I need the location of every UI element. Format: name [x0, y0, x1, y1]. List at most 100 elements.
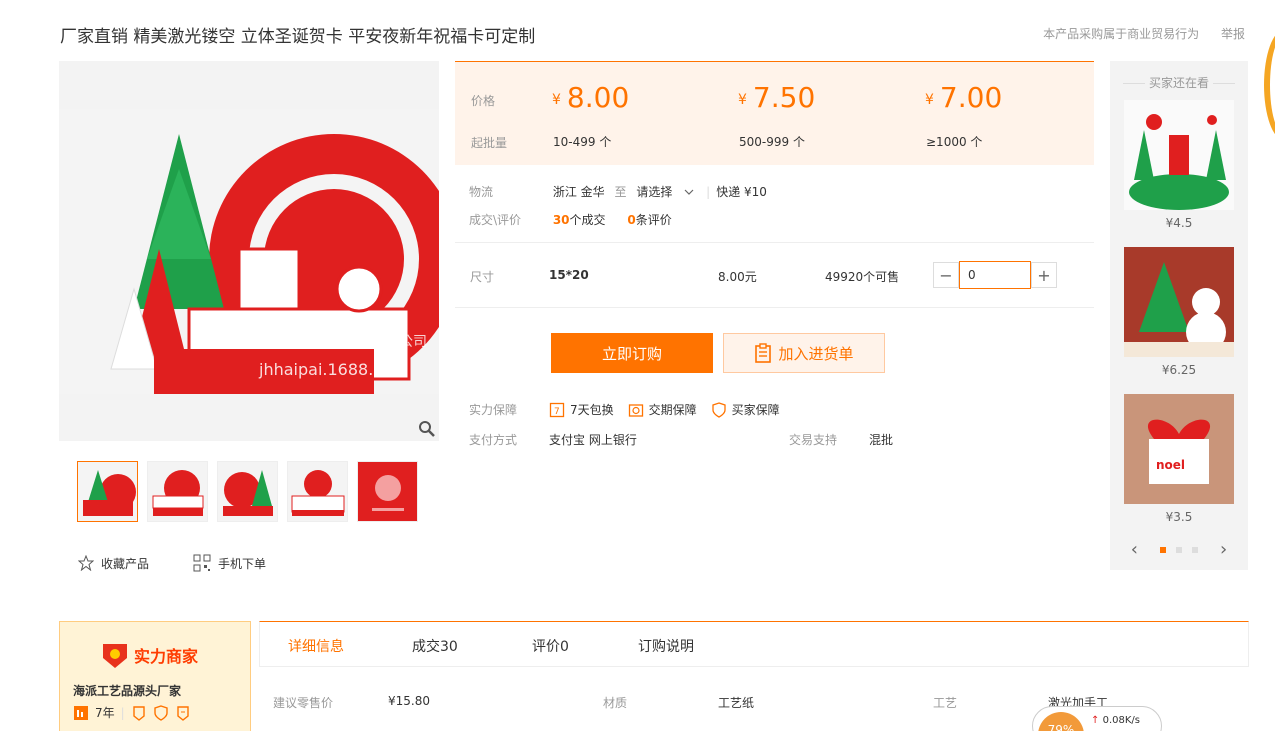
watermark-text: 金华市海派工艺品有限公司 — [259, 333, 427, 350]
guarantee-buyer[interactable]: 买家保障 — [711, 401, 780, 418]
thumbnail-4[interactable] — [287, 461, 348, 522]
product-gallery: 金华市海派工艺品有限公司 jhhaipai.1688.com — [59, 61, 439, 441]
guarantee-label: 实力保障 — [469, 403, 518, 417]
product-thumbnail — [1124, 100, 1234, 210]
guarantee-exchange[interactable]: 7 7天包换 — [549, 401, 614, 418]
bull-badge-icon — [103, 644, 127, 668]
merchant-card: 实力商家 海派工艺品源头厂家 7年 | — [59, 621, 251, 731]
reviews-link[interactable]: 0条评价 — [627, 213, 671, 227]
prev-arrow-icon[interactable]: ‹ — [1131, 539, 1138, 560]
product-thumbnail — [1124, 247, 1234, 357]
favorite-label: 收藏产品 — [101, 556, 150, 571]
size-label: 尺寸 — [470, 270, 495, 284]
logistics-to: 至 — [614, 185, 627, 199]
sidebar-product-2[interactable]: ¥6.25 — [1124, 247, 1234, 377]
size-price: 8.00元 — [718, 270, 757, 284]
add-to-cart-button[interactable]: 加入进货单 — [723, 333, 885, 373]
sidebar-price: ¥3.5 — [1165, 510, 1193, 524]
clipboard-icon — [755, 343, 772, 363]
sidebar-product-3[interactable]: noel ¥3.5 — [1124, 394, 1234, 524]
quantity-stepper: − 0 + — [933, 261, 1057, 289]
attr-label: 工艺 — [933, 696, 958, 710]
merchant-tags: 7年 | — [73, 704, 191, 721]
qrcode-icon — [193, 554, 211, 572]
mobile-order-button[interactable]: 手机下单 — [193, 554, 266, 572]
trade-notice: 本产品采购属于商业贸易行为 — [1043, 27, 1200, 41]
delivery-icon — [628, 403, 643, 417]
pager-dot[interactable] — [1192, 546, 1198, 553]
merchant-name[interactable]: 海派工艺品源头厂家 — [73, 682, 181, 699]
guarantee-badge-icon — [176, 705, 189, 721]
tab-details[interactable]: 详细信息 — [288, 636, 344, 656]
product-actions: 收藏产品 手机下单 — [78, 554, 310, 572]
guarantee-buyer-label: 买家保障 — [731, 403, 780, 417]
spec-row: 尺寸 15*20 8.00元 49920个可售 − 0 + — [455, 260, 1094, 290]
zoom-icon[interactable] — [415, 417, 439, 441]
price-tier-1: ¥8.00 — [552, 81, 629, 114]
logistics-origin: 浙江 金华 — [552, 185, 605, 199]
tab-order-info[interactable]: 订购说明 — [638, 636, 694, 656]
svg-text:7: 7 — [554, 407, 560, 417]
also-viewed-sidebar: 买家还在看 ¥4.5 ¥6.25 noel ¥3.5 ‹ › — [1110, 61, 1248, 570]
main-product-image[interactable]: 金华市海派工艺品有限公司 jhhaipai.1688.com — [59, 109, 439, 394]
shield-check-icon — [153, 704, 168, 721]
tab-deals[interactable]: 成交30 — [412, 636, 458, 656]
deals-count-link[interactable]: 30个成交 — [553, 213, 606, 227]
guarantee-row: 实力保障 7 7天包换 交期保障 买家保障 — [469, 401, 794, 418]
favorite-button[interactable]: 收藏产品 — [78, 554, 149, 572]
add-to-cart-label: 加入进货单 — [778, 344, 854, 363]
usage-percent: 79% — [1038, 712, 1084, 731]
tier-qty-3: ≥1000 个 — [926, 135, 983, 149]
price-panel: 价格 起批量 ¥8.00 ¥7.50 ¥7.00 10-499 个 500-99… — [455, 61, 1094, 165]
thumbnail-1[interactable] — [77, 461, 138, 522]
report-link[interactable]: 举报 — [1221, 27, 1245, 41]
merchant-badge-label: 实力商家 — [134, 647, 199, 666]
buy-now-button[interactable]: 立即订购 — [551, 333, 713, 373]
sidebar-product-1[interactable]: ¥4.5 — [1124, 100, 1234, 230]
mobile-order-label: 手机下单 — [218, 556, 267, 571]
sidebar-title: 买家还在看 — [1110, 74, 1248, 91]
star-icon — [78, 555, 94, 571]
size-value: 15*20 — [549, 268, 589, 282]
tab-reviews[interactable]: 评价0 — [532, 636, 569, 656]
decrement-button[interactable]: − — [933, 262, 959, 288]
attr-label: 建议零售价 — [273, 696, 334, 710]
network-speed-widget[interactable]: 79% ↑ 0.08K/s — [1032, 706, 1162, 731]
attr-label: 材质 — [603, 696, 628, 710]
upload-speed: 0.08K/s — [1102, 715, 1140, 726]
destination-select[interactable]: 请选择 — [636, 185, 706, 199]
shield-icon — [712, 401, 726, 418]
detail-tabs: 详细信息 成交30 评价0 订购说明 — [259, 621, 1249, 667]
divider — [455, 242, 1094, 243]
chevron-down-icon — [684, 189, 694, 195]
pager-dot-active[interactable] — [1160, 546, 1166, 553]
guarantee-delivery[interactable]: 交期保障 — [628, 401, 697, 418]
deals-label: 成交\评价 — [469, 213, 522, 227]
edge-decoration — [1264, 30, 1275, 140]
currency-symbol: ¥ — [925, 92, 934, 108]
product-title: 厂家直销 精美激光镂空 立体圣诞贺卡 平安夜新年祝福卡可定制 — [60, 27, 536, 47]
price-tier-2: ¥7.50 — [738, 81, 815, 114]
payment-label: 支付方式 — [469, 433, 518, 447]
stock-count: 49920个可售 — [825, 270, 900, 284]
tier-qty-2: 500-999 个 — [739, 135, 805, 149]
price-label: 价格 — [471, 94, 496, 108]
increment-button[interactable]: + — [1031, 262, 1057, 288]
sidebar-pager: ‹ › — [1110, 539, 1248, 560]
next-arrow-icon[interactable]: › — [1220, 539, 1227, 560]
payment-methods: 支付宝 网上银行 — [549, 433, 637, 447]
merchant-years: 7年 — [95, 706, 115, 720]
thumbnail-3[interactable] — [217, 461, 278, 522]
guarantee-exchange-label: 7天包换 — [570, 403, 614, 417]
divider — [455, 307, 1094, 308]
price-value: 8.00 — [566, 81, 630, 114]
deals-count: 30 — [552, 213, 570, 227]
pager-dot[interactable] — [1176, 546, 1182, 553]
quantity-input[interactable]: 0 — [959, 261, 1031, 289]
top-links: 本产品采购属于商业贸易行为 举报 — [1025, 25, 1245, 42]
watermark-url: jhhaipai.1688.com — [258, 360, 407, 379]
logistics-label: 物流 — [469, 185, 494, 199]
thumbnail-5[interactable] — [357, 461, 418, 522]
thumbnail-2[interactable] — [147, 461, 208, 522]
certificate-icon — [132, 705, 145, 721]
